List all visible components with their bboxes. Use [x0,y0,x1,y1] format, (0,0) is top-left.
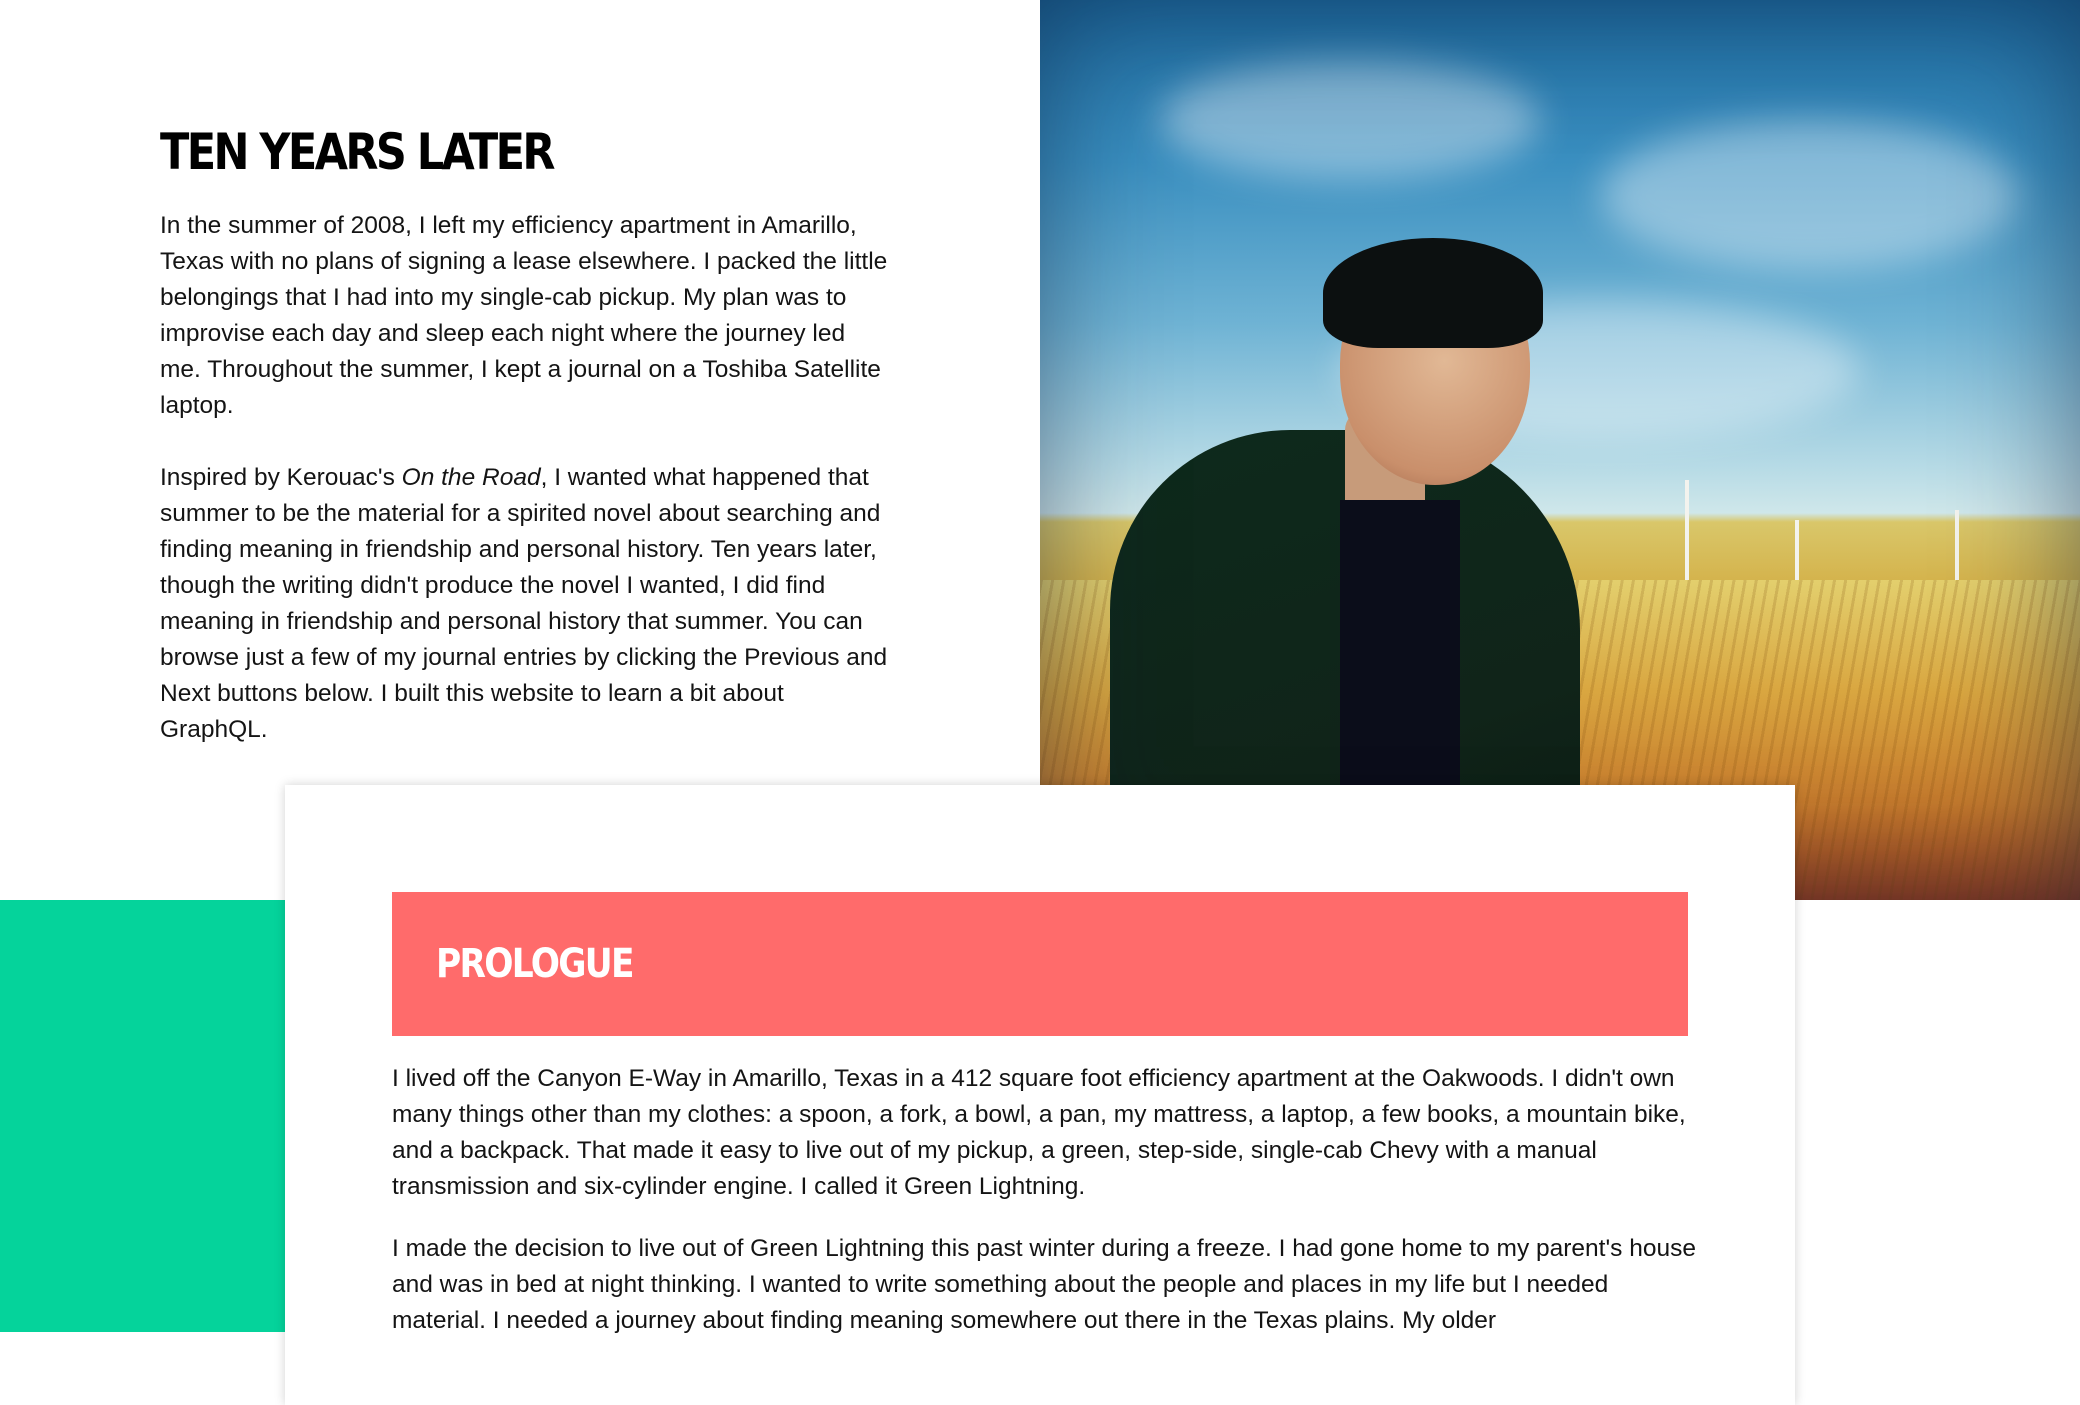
chapter-banner: Prologue [392,892,1688,1036]
intro-section: Ten Years Later In the summer of 2008, I… [160,122,890,748]
entry-paragraph: I made the decision to live out of Green… [392,1235,1696,1334]
page-title: Ten Years Later [160,123,556,181]
journal-entry-card: Prologue I lived off the Canyon E-Way in… [285,785,1795,1405]
hero-photo [1040,0,2080,900]
book-title: On the Road [401,464,541,491]
chapter-title: Prologue [436,941,635,987]
intro-paragraph: In the summer of 2008, I left my efficie… [160,212,888,419]
intro-text: , I wanted what happened that summer to … [160,464,888,743]
intro-text: Inspired by Kerouac's [160,464,402,491]
entry-paragraph: I lived off the Canyon E-Way in Amarillo… [392,1065,1686,1200]
entry-body: I lived off the Canyon E-Way in Amarillo… [392,1061,1702,1365]
intro-paragraph: Inspired by Kerouac's On the Road, I wan… [160,460,890,748]
decorative-green-block [0,900,285,1332]
